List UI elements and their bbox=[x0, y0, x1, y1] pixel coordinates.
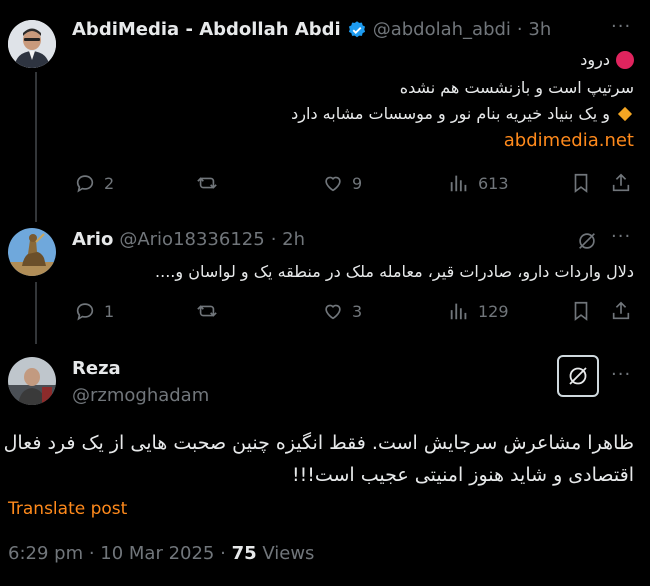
grok-icon[interactable] bbox=[557, 355, 599, 397]
more-options-icon[interactable]: ··· bbox=[611, 16, 631, 37]
verified-badge-icon bbox=[347, 20, 367, 40]
author-handle[interactable]: @Ario18336125 bbox=[119, 229, 264, 250]
red-circle-icon bbox=[616, 50, 634, 69]
post-line: ظاهرا مشاعرش سرجایش است. فقط انگیزه چنین… bbox=[3, 432, 634, 454]
reply-count: 2 bbox=[104, 173, 115, 193]
post-time[interactable]: · 2h bbox=[271, 229, 305, 250]
like-button[interactable]: 3 bbox=[322, 300, 362, 322]
avatar[interactable] bbox=[8, 357, 56, 405]
reply-icon bbox=[76, 175, 94, 193]
views-chart-icon bbox=[450, 303, 467, 320]
like-button[interactable]: 9 bbox=[322, 172, 362, 194]
repost-button[interactable] bbox=[196, 172, 218, 194]
views-button[interactable]: 613 bbox=[448, 172, 509, 194]
views-chart-icon bbox=[450, 175, 467, 192]
author-handle[interactable]: @rzmoghadam bbox=[72, 385, 209, 406]
repost-icon bbox=[197, 305, 217, 317]
author-name[interactable]: Reza bbox=[72, 358, 121, 379]
view-count: 613 bbox=[478, 173, 509, 193]
avatar[interactable] bbox=[8, 20, 56, 68]
post-time[interactable]: · 3h bbox=[517, 19, 551, 40]
view-count: 129 bbox=[478, 301, 509, 321]
like-count: 3 bbox=[352, 301, 363, 321]
tweet-line: درود bbox=[580, 50, 610, 69]
thread-line bbox=[35, 282, 37, 344]
repost-icon bbox=[197, 177, 217, 189]
reply-icon bbox=[76, 303, 94, 321]
reply-button[interactable]: 2 bbox=[74, 172, 114, 194]
views-count: 75 bbox=[231, 543, 257, 564]
like-count: 9 bbox=[352, 173, 363, 193]
tweet-line: و یک بنیاد خیریه بنام نور و موسسات مشابه… bbox=[291, 104, 610, 123]
author-name[interactable]: AbdiMedia - Abdollah Abdi bbox=[72, 19, 341, 40]
heart-icon bbox=[325, 304, 341, 320]
translate-post-link[interactable]: Translate post bbox=[8, 499, 127, 519]
website-link[interactable]: abdimedia.net bbox=[504, 130, 634, 151]
avatar[interactable] bbox=[8, 228, 56, 276]
more-options-icon[interactable]: ··· bbox=[611, 226, 631, 247]
thread-line bbox=[35, 72, 37, 222]
more-options-icon[interactable]: ··· bbox=[611, 364, 631, 385]
post-date[interactable]: 6:29 pm · 10 Mar 2025 · bbox=[8, 543, 232, 564]
reply-count: 1 bbox=[104, 301, 115, 321]
views-label: Views bbox=[256, 543, 315, 564]
post-metadata: 6:29 pm · 10 Mar 2025 · 75 Views bbox=[8, 543, 314, 564]
bookmark-icon[interactable] bbox=[570, 300, 592, 326]
share-icon[interactable] bbox=[610, 172, 632, 198]
views-button[interactable]: 129 bbox=[448, 300, 509, 322]
heart-icon bbox=[325, 176, 341, 192]
reply-button[interactable]: 1 bbox=[74, 300, 114, 322]
bookmark-icon[interactable] bbox=[570, 172, 592, 198]
tweet-line: سرتیپ است و بازنشست هم نشده bbox=[399, 78, 634, 97]
post-line: اقتصادی و شاید هنوز امنیتی عجیب است!!! bbox=[291, 464, 634, 486]
author-name[interactable]: Ario bbox=[72, 229, 113, 250]
share-icon[interactable] bbox=[610, 300, 632, 326]
repost-button[interactable] bbox=[196, 300, 218, 322]
author-handle[interactable]: @abdolah_abdi bbox=[373, 19, 511, 40]
tweet-line: دلال واردات دارو، صادرات قیر، معامله ملک… bbox=[155, 262, 634, 281]
orange-diamond-icon bbox=[617, 106, 633, 121]
grok-icon[interactable] bbox=[576, 230, 598, 256]
